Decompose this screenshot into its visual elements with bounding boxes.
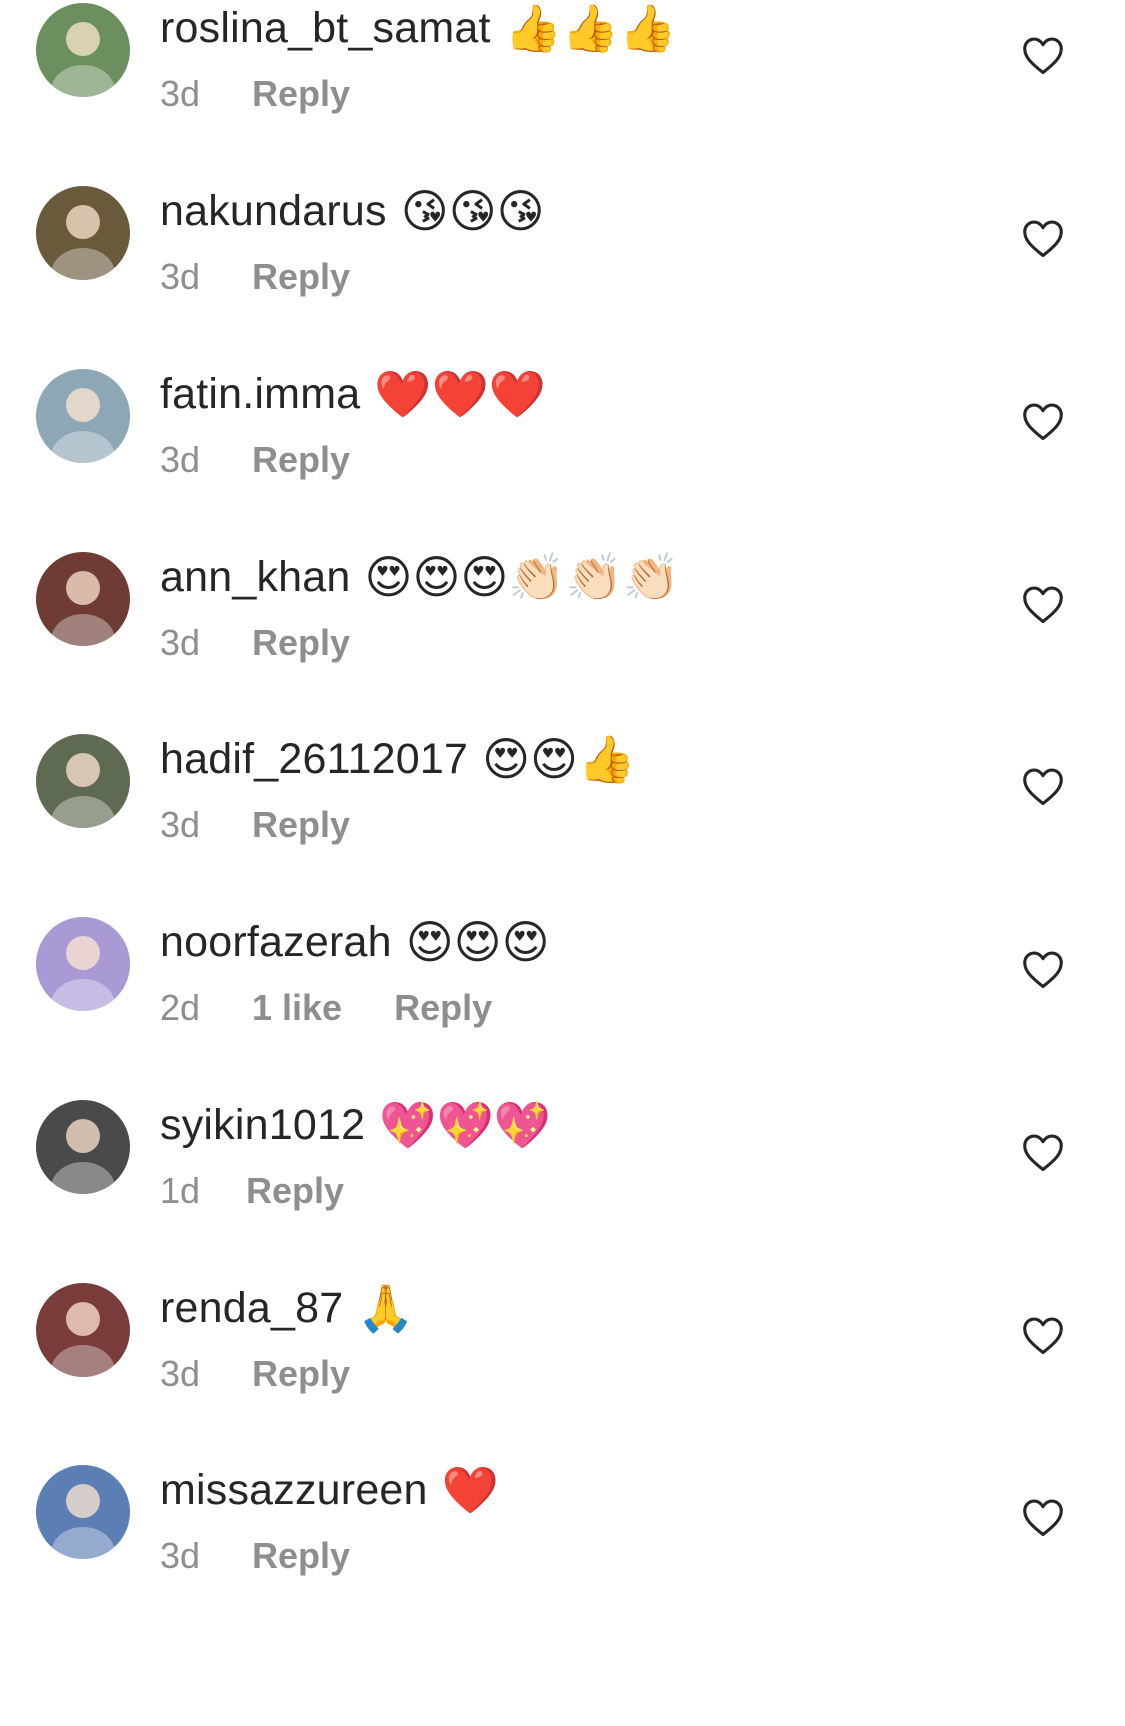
- timestamp: 3d: [160, 256, 201, 297]
- timestamp: 3d: [160, 1353, 201, 1394]
- comment-emoji: 💖💖💖: [379, 1098, 552, 1152]
- comment-meta: 3d Reply: [160, 619, 350, 667]
- comment-emoji: 🙏: [357, 1281, 415, 1335]
- comment-emoji: 😘😘😘: [400, 184, 545, 238]
- heart-icon[interactable]: [1022, 1133, 1064, 1173]
- comment-row: noorfazerah 😍😍😍 2d 1 like Reply: [0, 914, 1125, 1114]
- reply-button[interactable]: Reply: [252, 1350, 350, 1398]
- comment-text: noorfazerah 😍😍😍: [160, 914, 550, 970]
- username[interactable]: hadif_26112017: [160, 735, 468, 783]
- timestamp: 3d: [160, 622, 201, 663]
- reply-button[interactable]: Reply: [246, 1167, 344, 1215]
- comment-row: roslina_bt_samat 👍👍👍 3d Reply: [0, 0, 1125, 200]
- heart-icon[interactable]: [1022, 950, 1064, 990]
- avatar[interactable]: [36, 1100, 130, 1194]
- comment-row: ann_khan 😍😍😍👏🏻👏🏻👏🏻 3d Reply: [0, 549, 1125, 749]
- comment-row: fatin.imma ❤️❤️❤️ 3d Reply: [0, 366, 1125, 566]
- username[interactable]: syikin1012: [160, 1101, 365, 1149]
- comment-text: hadif_26112017 😍😍👍: [160, 731, 635, 787]
- reply-button[interactable]: Reply: [394, 984, 492, 1032]
- username[interactable]: fatin.imma: [160, 370, 360, 418]
- comment-meta: 3d Reply: [160, 801, 350, 849]
- heart-icon[interactable]: [1022, 1316, 1064, 1356]
- timestamp: 2d: [160, 987, 201, 1028]
- timestamp: 3d: [160, 804, 201, 845]
- avatar[interactable]: [36, 3, 130, 97]
- heart-icon[interactable]: [1022, 1498, 1064, 1538]
- comment-meta: 3d Reply: [160, 70, 350, 118]
- reply-button[interactable]: Reply: [252, 619, 350, 667]
- comment-text: nakundarus 😘😘😘: [160, 183, 545, 239]
- comment-row: hadif_26112017 😍😍👍 3d Reply: [0, 731, 1125, 931]
- heart-icon[interactable]: [1022, 219, 1064, 259]
- comment-meta: 3d Reply: [160, 1532, 350, 1580]
- avatar[interactable]: [36, 917, 130, 1011]
- comment-row: nakundarus 😘😘😘 3d Reply: [0, 183, 1125, 383]
- comments-list: roslina_bt_samat 👍👍👍 3d Reply nakundarus 😘😘😘 3…: [0, 0, 1125, 1726]
- reply-button[interactable]: Reply: [252, 436, 350, 484]
- comment-row: syikin1012 💖💖💖 1d Reply: [0, 1097, 1125, 1297]
- username[interactable]: renda_87: [160, 1284, 343, 1332]
- heart-icon[interactable]: [1022, 36, 1064, 76]
- comment-text: missazzureen ❤️: [160, 1462, 499, 1518]
- username[interactable]: noorfazerah: [160, 918, 392, 966]
- timestamp: 1d: [160, 1170, 201, 1211]
- username[interactable]: roslina_bt_samat: [160, 4, 491, 52]
- comment-row: missazzureen ❤️ 3d Reply: [0, 1462, 1125, 1662]
- avatar[interactable]: [36, 1465, 130, 1559]
- comment-text: renda_87 🙏: [160, 1280, 415, 1336]
- comment-meta: 1d Reply: [160, 1167, 344, 1215]
- comment-text: ann_khan 😍😍😍👏🏻👏🏻👏🏻: [160, 549, 680, 605]
- reply-button[interactable]: Reply: [252, 253, 350, 301]
- timestamp: 3d: [160, 1535, 201, 1576]
- comment-emoji: ❤️❤️❤️: [374, 367, 547, 421]
- timestamp: 3d: [160, 73, 201, 114]
- comment-meta: 3d Reply: [160, 1350, 350, 1398]
- avatar[interactable]: [36, 552, 130, 646]
- heart-icon[interactable]: [1022, 767, 1064, 807]
- username[interactable]: nakundarus: [160, 187, 387, 235]
- avatar[interactable]: [36, 734, 130, 828]
- comment-meta: 3d Reply: [160, 436, 350, 484]
- username[interactable]: ann_khan: [160, 553, 351, 601]
- reply-button[interactable]: Reply: [252, 70, 350, 118]
- comment-emoji: ❤️: [441, 1463, 499, 1517]
- comment-emoji: 😍😍😍: [405, 915, 550, 969]
- comment-emoji: 😍😍👍: [482, 732, 636, 786]
- like-count[interactable]: 1 like: [252, 984, 342, 1032]
- username[interactable]: missazzureen: [160, 1466, 428, 1514]
- heart-icon[interactable]: [1022, 402, 1064, 442]
- avatar[interactable]: [36, 186, 130, 280]
- comment-row: renda_87 🙏 3d Reply: [0, 1280, 1125, 1480]
- comment-emoji: 👍👍👍: [504, 1, 677, 55]
- comment-meta: 3d Reply: [160, 253, 350, 301]
- heart-icon[interactable]: [1022, 585, 1064, 625]
- comment-meta: 2d 1 like Reply: [160, 984, 492, 1032]
- comment-text: syikin1012 💖💖💖: [160, 1097, 551, 1153]
- avatar[interactable]: [36, 369, 130, 463]
- comment-text: fatin.imma ❤️❤️❤️: [160, 366, 546, 422]
- avatar[interactable]: [36, 1283, 130, 1377]
- reply-button[interactable]: Reply: [252, 801, 350, 849]
- comment-text: roslina_bt_samat 👍👍👍: [160, 0, 676, 56]
- comment-emoji: 😍😍😍👏🏻👏🏻👏🏻: [364, 550, 681, 604]
- timestamp: 3d: [160, 439, 201, 480]
- reply-button[interactable]: Reply: [252, 1532, 350, 1580]
